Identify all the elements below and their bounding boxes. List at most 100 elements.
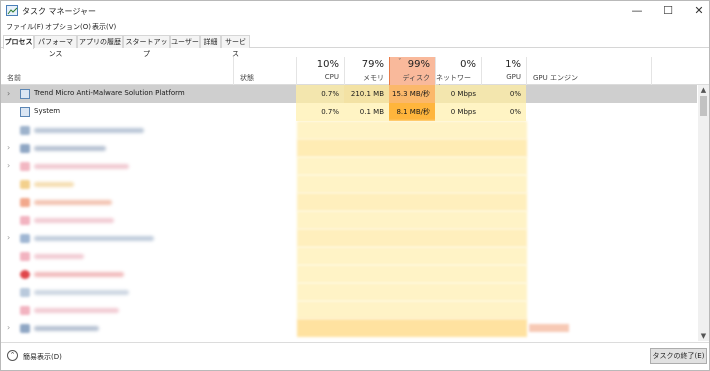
blurred-metrics bbox=[297, 211, 527, 229]
header-gpu-engine[interactable]: GPU エンジン bbox=[526, 57, 651, 85]
tab-performance[interactable]: パフォーマンス bbox=[34, 35, 77, 58]
blurred-process-row[interactable] bbox=[1, 211, 697, 229]
expand-chevron-icon[interactable]: › bbox=[7, 161, 10, 170]
header-cpu[interactable]: 10% CPU bbox=[296, 57, 344, 85]
header-disk[interactable]: ˇ 99% ディスク bbox=[389, 57, 435, 85]
blurred-process-name bbox=[34, 146, 106, 151]
blurred-process-name bbox=[34, 218, 114, 223]
blurred-metrics bbox=[297, 319, 527, 337]
blurred-metrics bbox=[297, 247, 527, 265]
window-title: タスク マネージャー bbox=[22, 7, 96, 16]
header-status-label: 状態 bbox=[240, 74, 254, 82]
network-value: 0 Mbps bbox=[435, 85, 481, 103]
expand-chevron-icon[interactable]: › bbox=[7, 89, 10, 98]
scroll-up-arrow-icon[interactable]: ▲ bbox=[698, 85, 709, 95]
menu-options[interactable]: オプション(O) bbox=[45, 22, 91, 32]
blurred-metrics bbox=[297, 229, 527, 247]
process-name: Trend Micro Anti-Malware Solution Platfo… bbox=[34, 89, 185, 97]
blurred-metrics bbox=[297, 301, 527, 319]
maximize-button[interactable]: ☐ bbox=[652, 1, 684, 21]
vertical-scrollbar[interactable]: ▲ ▼ bbox=[698, 85, 709, 341]
blurred-app-icon bbox=[20, 252, 30, 261]
blurred-app-icon bbox=[20, 288, 30, 297]
header-memory-pct: 79% bbox=[361, 59, 384, 70]
tab-users[interactable]: ユーザー bbox=[170, 35, 200, 48]
menu-view[interactable]: 表示(V) bbox=[92, 22, 116, 32]
memory-value: 0.1 MB bbox=[344, 103, 389, 121]
task-manager-window: タスク マネージャー — ☐ ✕ ファイル(F) オプション(O) 表示(V) … bbox=[0, 0, 710, 371]
blurred-app-icon bbox=[20, 198, 30, 207]
header-disk-label: ディスク bbox=[402, 74, 430, 82]
process-app-icon bbox=[20, 89, 30, 99]
header-network[interactable]: 0% ネットワーク bbox=[435, 57, 481, 92]
blurred-metrics bbox=[297, 283, 527, 301]
header-disk-pct: 99% bbox=[407, 59, 430, 70]
blurred-process-name bbox=[34, 182, 74, 187]
title-bar: タスク マネージャー — ☐ ✕ bbox=[1, 1, 709, 21]
header-spacer bbox=[651, 57, 697, 85]
fewer-details-link[interactable]: 簡易表示(D) bbox=[23, 352, 62, 362]
blurred-app-icon bbox=[20, 126, 30, 135]
header-cpu-pct: 10% bbox=[316, 59, 339, 70]
header-memory[interactable]: 79% メモリ bbox=[344, 57, 389, 85]
expand-chevron-icon[interactable]: › bbox=[7, 323, 10, 332]
blurred-app-icon bbox=[20, 162, 30, 171]
blurred-app-icon bbox=[20, 216, 30, 225]
network-value: 0 Mbps bbox=[435, 103, 481, 121]
sort-descending-icon: ˇ bbox=[398, 58, 402, 66]
disk-value: 8.1 MB/秒 bbox=[389, 103, 435, 121]
menu-file[interactable]: ファイル(F) bbox=[6, 22, 44, 32]
close-button[interactable]: ✕ bbox=[683, 1, 709, 21]
header-gpu[interactable]: 1% GPU bbox=[481, 57, 526, 85]
expand-chevron-icon[interactable]: › bbox=[7, 233, 10, 242]
process-row-system[interactable]: System 0.7% 0.1 MB 8.1 MB/秒 0 Mbps 0% bbox=[1, 103, 697, 121]
blurred-process-row[interactable] bbox=[1, 193, 697, 211]
blurred-process-row[interactable] bbox=[1, 247, 697, 265]
blurred-metrics bbox=[297, 193, 527, 211]
blurred-metrics bbox=[297, 265, 527, 283]
tab-startup[interactable]: スタートアップ bbox=[123, 35, 170, 58]
header-name[interactable]: 名前 bbox=[1, 57, 233, 85]
header-gpu-pct: 1% bbox=[505, 59, 521, 70]
blurred-metrics bbox=[297, 157, 527, 175]
blurred-metrics bbox=[297, 139, 527, 157]
gpu-value: 0% bbox=[481, 103, 526, 121]
tab-details[interactable]: 詳細 bbox=[200, 35, 221, 48]
header-gpu-label: GPU bbox=[506, 73, 521, 81]
memory-value: 210.1 MB bbox=[344, 85, 389, 103]
blurred-process-name bbox=[34, 164, 129, 169]
tab-processes[interactable]: プロセス bbox=[3, 35, 34, 49]
blurred-process-row[interactable] bbox=[1, 283, 697, 301]
process-row-trend-micro[interactable]: › Trend Micro Anti-Malware Solution Plat… bbox=[1, 85, 697, 103]
cpu-value: 0.7% bbox=[296, 103, 344, 121]
minimize-button[interactable]: — bbox=[621, 1, 653, 21]
end-task-button[interactable]: タスクの終了(E) bbox=[650, 348, 707, 364]
header-gpu-engine-label: GPU エンジン bbox=[533, 74, 578, 82]
chevron-up-circle-icon[interactable]: ⌃ bbox=[7, 350, 18, 361]
scroll-thumb[interactable] bbox=[700, 96, 707, 116]
blurred-process-row[interactable] bbox=[1, 301, 697, 319]
blurred-process-row[interactable] bbox=[1, 175, 697, 193]
blurred-process-row[interactable]: › bbox=[1, 319, 697, 337]
blurred-process-row[interactable]: › bbox=[1, 157, 697, 175]
blurred-app-icon bbox=[20, 234, 30, 243]
process-app-icon bbox=[20, 107, 30, 117]
blurred-process-row[interactable] bbox=[1, 121, 697, 139]
column-header: 名前 状態 10% CPU 79% メモリ ˇ 99% ディスク 0% ネットワ… bbox=[1, 57, 709, 92]
header-cpu-label: CPU bbox=[324, 73, 339, 81]
blurred-app-icon bbox=[20, 270, 30, 279]
process-name: System bbox=[34, 107, 61, 115]
tab-services[interactable]: サービス bbox=[221, 35, 250, 58]
blurred-process-row[interactable] bbox=[1, 265, 697, 283]
blurred-process-row[interactable]: › bbox=[1, 139, 697, 157]
blurred-process-name bbox=[34, 128, 144, 133]
header-status[interactable]: 状態 bbox=[233, 57, 296, 85]
header-memory-label: メモリ bbox=[363, 74, 384, 82]
expand-chevron-icon[interactable]: › bbox=[7, 143, 10, 152]
tab-app-history[interactable]: アプリの履歴 bbox=[77, 35, 123, 48]
blurred-process-name bbox=[34, 308, 119, 313]
blurred-process-name bbox=[34, 326, 99, 331]
scroll-down-arrow-icon[interactable]: ▼ bbox=[698, 331, 709, 341]
blurred-process-name bbox=[34, 254, 84, 259]
blurred-process-row[interactable]: › bbox=[1, 229, 697, 247]
